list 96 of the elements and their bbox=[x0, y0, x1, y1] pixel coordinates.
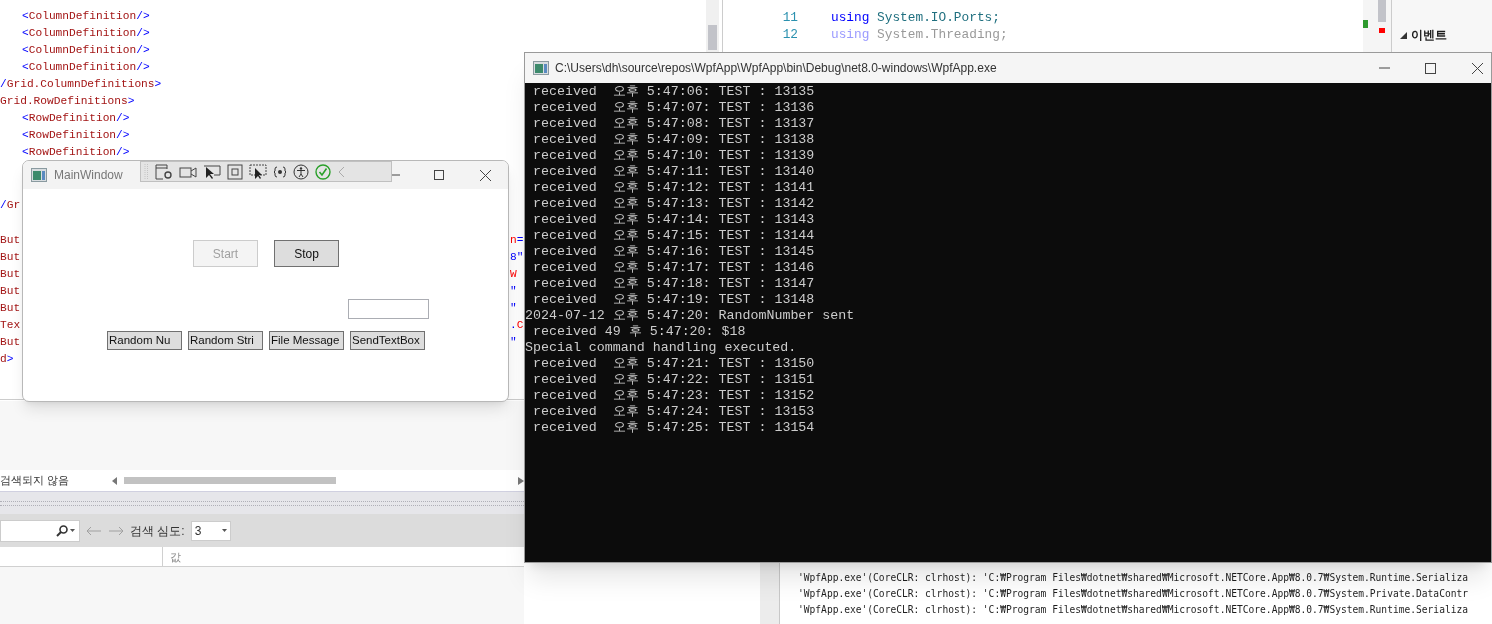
cursor-select-icon[interactable] bbox=[203, 163, 221, 180]
console-line: received 오후 5:47:06: TEST : 13135 bbox=[531, 84, 815, 100]
code-line: /Grid.ColumnDefinitions> bbox=[0, 77, 162, 92]
button[interactable]: Random Nu bbox=[107, 331, 182, 350]
search-icon bbox=[56, 524, 68, 537]
code-line: " bbox=[510, 335, 517, 350]
output-line: 'WpfApp.exe'(CoreCLR: clrhost): 'C:₩Program Files₩dotnet₩shared₩Microsoft.NETCore.App₩8.0.7₩System.Private.DataContr bbox=[798, 587, 1468, 601]
button[interactable]: Stop bbox=[274, 240, 339, 267]
console-line: received 오후 5:47:12: TEST : 13141 bbox=[531, 180, 815, 196]
code-line: .C bbox=[510, 318, 524, 333]
window-title: MainWindow bbox=[54, 167, 123, 184]
search-field[interactable] bbox=[0, 519, 80, 542]
console-app-icon bbox=[533, 61, 549, 75]
code-line: using System.IO.Ports; bbox=[831, 9, 1000, 26]
line-number: 12 bbox=[781, 26, 798, 43]
console-line: received 오후 5:47:11: TEST : 13140 bbox=[531, 164, 815, 180]
code-line: W bbox=[510, 267, 517, 282]
console-line: received 오후 5:47:23: TEST : 13152 bbox=[531, 388, 815, 404]
close-icon[interactable] bbox=[1472, 62, 1483, 74]
window-app-icon bbox=[31, 168, 47, 182]
search-depth-label: 검색 심도: bbox=[130, 522, 185, 540]
caret-icon bbox=[70, 529, 75, 532]
horizontal-scrollbar-thumb[interactable] bbox=[124, 477, 336, 484]
code-line: <ColumnDefinition/> bbox=[21, 60, 150, 75]
window-title: C:\Users\dh\source\repos\WpfApp\WpfApp\bin\Debug\net8.0-windows\WpfApp.exe bbox=[555, 60, 997, 77]
code-line: But bbox=[0, 335, 21, 350]
code-line: " bbox=[510, 301, 517, 316]
button[interactable]: SendTextBox bbox=[350, 331, 425, 350]
scrollbar-map[interactable] bbox=[1363, 0, 1391, 52]
code-line: But bbox=[0, 284, 21, 299]
output-margin bbox=[760, 560, 780, 624]
close-icon[interactable] bbox=[480, 169, 491, 181]
video-camera-icon[interactable] bbox=[179, 165, 197, 178]
line-number: 11 bbox=[781, 9, 798, 26]
window-gear-icon[interactable] bbox=[155, 163, 173, 180]
cursor-frame-icon[interactable] bbox=[249, 163, 267, 180]
console-line: received 오후 5:47:09: TEST : 13138 bbox=[531, 132, 815, 148]
search-depth-dropdown[interactable]: 3 bbox=[190, 520, 231, 541]
button[interactable]: File Message bbox=[269, 331, 344, 350]
status-text: 검색되지 않음 bbox=[0, 473, 71, 489]
console-line: Special command handling executed. bbox=[525, 340, 797, 356]
code-line: <RowDefinition/> bbox=[21, 111, 130, 126]
square-icon[interactable] bbox=[227, 163, 243, 180]
console-line: received 오후 5:47:14: TEST : 13143 bbox=[531, 212, 815, 228]
scroll-left-icon[interactable] bbox=[112, 476, 118, 485]
code-line: <RowDefinition/> bbox=[21, 145, 130, 160]
console-line: received 오후 5:47:24: TEST : 13153 bbox=[531, 404, 815, 420]
maximize-icon[interactable] bbox=[1425, 62, 1436, 74]
code-line: d> bbox=[0, 352, 14, 367]
console-line: received 오후 5:47:25: TEST : 13154 bbox=[531, 420, 815, 436]
code-line: n= bbox=[510, 233, 524, 248]
console-line: 2024-07-12 오후 5:47:20: RandomNumber sent bbox=[525, 308, 855, 324]
console-line: received 오후 5:47:07: TEST : 13136 bbox=[531, 100, 815, 116]
console-line: received 오후 5:47:08: TEST : 13137 bbox=[531, 116, 815, 132]
scrollbar-thumb[interactable] bbox=[708, 25, 717, 50]
code-line: using System.Threading; bbox=[831, 26, 1008, 43]
accessibility-icon[interactable] bbox=[293, 163, 309, 180]
console-line: received 오후 5:47:21: TEST : 13150 bbox=[531, 356, 815, 372]
console-line: received 49 후 5:47:20: $18 bbox=[531, 324, 746, 340]
console-line: received 오후 5:47:19: TEST : 13148 bbox=[531, 292, 815, 308]
console-line: received 오후 5:47:13: TEST : 13142 bbox=[531, 196, 815, 212]
error-marker bbox=[1379, 28, 1385, 33]
column-header-text[interactable]: 값 bbox=[170, 547, 181, 566]
maximize-icon[interactable] bbox=[434, 170, 444, 180]
console-line: received 오후 5:47:17: TEST : 13146 bbox=[531, 260, 815, 276]
caret-icon bbox=[221, 529, 227, 532]
console-line: received 오후 5:47:10: TEST : 13139 bbox=[531, 148, 815, 164]
expander-icon[interactable] bbox=[1400, 31, 1407, 39]
check-circle-icon[interactable] bbox=[315, 163, 331, 180]
change-marker bbox=[1363, 20, 1368, 28]
code-line: Grid.RowDefinitions> bbox=[0, 94, 135, 109]
toolbar-grip-icon[interactable] bbox=[144, 163, 149, 180]
vertical-scrollbar[interactable] bbox=[706, 0, 719, 52]
code-line: <ColumnDefinition/> bbox=[21, 26, 150, 41]
section-header[interactable]: 이벤트 bbox=[1411, 26, 1447, 44]
code-line: But bbox=[0, 301, 21, 316]
code-line: /Gr bbox=[0, 198, 21, 213]
button[interactable]: Random Stri bbox=[188, 331, 263, 350]
output-line: 'WpfApp.exe'(CoreCLR: clrhost): 'C:₩Program Files₩dotnet₩shared₩Microsoft.NETCore.App₩8.0.7₩System.Runtime.Serializa bbox=[798, 603, 1468, 617]
code-line: <ColumnDefinition/> bbox=[21, 43, 150, 58]
code-line: But bbox=[0, 233, 21, 248]
code-line: But bbox=[0, 267, 21, 282]
console-line: received 오후 5:47:15: TEST : 13144 bbox=[531, 228, 815, 244]
code-line: <RowDefinition/> bbox=[21, 128, 130, 143]
output-line: 'WpfApp.exe'(CoreCLR: clrhost): 'C:₩Program Files₩dotnet₩shared₩Microsoft.NETCore.App₩8.0.7₩System.Runtime.Serializa bbox=[798, 571, 1468, 585]
code-line: But bbox=[0, 250, 21, 265]
scrollbar-thumb[interactable] bbox=[1378, 0, 1386, 22]
console-line: received 오후 5:47:16: TEST : 13145 bbox=[531, 244, 815, 260]
console-line: received 오후 5:47:22: TEST : 13151 bbox=[531, 372, 815, 388]
code-line: " bbox=[510, 284, 517, 299]
code-line: <ColumnDefinition/> bbox=[21, 9, 150, 24]
text-input[interactable] bbox=[348, 299, 429, 319]
code-line: Tex bbox=[0, 318, 21, 333]
console-line: received 오후 5:47:18: TEST : 13147 bbox=[531, 276, 815, 292]
code-line: 8" bbox=[510, 250, 524, 265]
braces-icon[interactable] bbox=[273, 165, 287, 178]
